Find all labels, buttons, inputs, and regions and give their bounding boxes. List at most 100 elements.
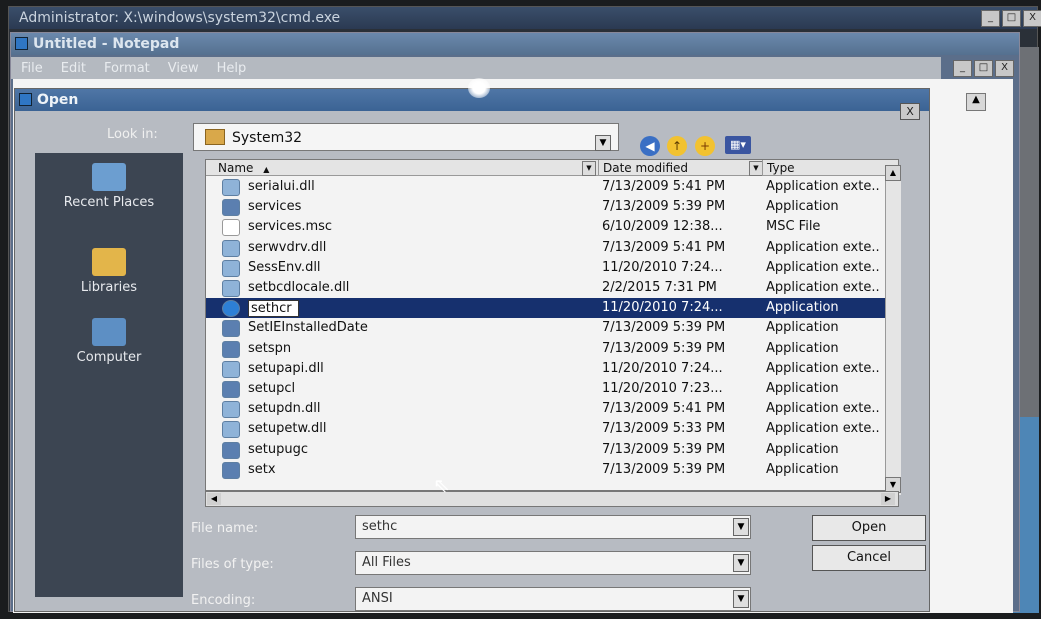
cancel-button[interactable]: Cancel	[812, 545, 926, 571]
file-date-cell: 7/13/2009 5:39 PM	[602, 461, 726, 477]
cmd-minimize-button[interactable]: _	[981, 10, 1000, 27]
folder-icon	[205, 129, 225, 145]
menu-file[interactable]: File	[21, 61, 43, 76]
file-row[interactable]: setupugc 7/13/2009 5:39 PM Application	[206, 440, 896, 460]
file-row[interactable]: serialui.dll 7/13/2009 5:41 PM Application…	[206, 177, 896, 197]
cmd-title-bar: Administrator: X:\windows\system32\cmd.e…	[9, 7, 1037, 29]
file-row[interactable]: services.msc 6/10/2009 12:38... MSC File	[206, 217, 896, 237]
menu-edit[interactable]: Edit	[61, 61, 86, 76]
file-list-vertical-scrollbar[interactable]	[885, 165, 901, 495]
dll-icon	[222, 421, 240, 439]
file-name-cell: setspn	[248, 340, 292, 356]
file-list[interactable]: Name ▲ ▼ Date modified ▼ Type serialui.d…	[205, 159, 899, 491]
look-in-value: System32	[232, 130, 303, 146]
place-recent-places[interactable]: Recent Places	[35, 163, 183, 210]
files-of-type-select[interactable]: All Files	[355, 551, 751, 575]
application-icon	[222, 199, 240, 217]
menu-format[interactable]: Format	[104, 61, 150, 76]
chevron-down-icon[interactable]: ▼	[595, 135, 611, 151]
new-folder-button[interactable]: +	[695, 136, 715, 156]
cmd-close-button[interactable]: X	[1023, 10, 1041, 27]
mouse-pointer-icon: ⇖	[433, 473, 450, 497]
file-name-cell: setupcl	[248, 381, 296, 396]
file-name-value: sethc	[362, 519, 398, 534]
file-row[interactable]: setx 7/13/2009 5:39 PM Application	[206, 460, 896, 480]
back-button[interactable]: ◀	[640, 136, 660, 156]
file-type-cell: Application exte..	[766, 179, 880, 194]
place-computer[interactable]: Computer	[35, 318, 183, 365]
file-type-cell: Application exte..	[766, 401, 880, 417]
views-menu-button[interactable]: ▦▾	[725, 136, 751, 154]
file-name-input[interactable]: sethc	[355, 515, 751, 539]
column-name-header[interactable]: Name ▲ ▼	[214, 160, 596, 176]
file-name-cell: SessEnv.dll	[248, 259, 321, 275]
look-in-dropdown[interactable]: System32	[193, 123, 619, 151]
file-type-cell: Application	[766, 441, 839, 457]
dialog-close-button[interactable]: X	[900, 103, 920, 120]
menu-view[interactable]: View	[168, 61, 199, 76]
file-name-cell: setupapi.dll	[248, 360, 324, 376]
application-icon	[222, 340, 240, 358]
scroll-right-button[interactable]: ▶	[881, 493, 895, 505]
column-filter-dropdown-icon[interactable]: ▼	[582, 161, 596, 176]
file-row[interactable]: setbcdlocale.dll 2/2/2015 7:31 PM Applicat…	[206, 278, 896, 298]
chevron-down-icon[interactable]: ▼	[733, 518, 749, 536]
file-row[interactable]: setupcl 11/20/2010 7:23... Application	[206, 379, 896, 399]
column-filter-dropdown-icon[interactable]: ▼	[749, 161, 763, 176]
encoding-select[interactable]: ANSI	[355, 587, 751, 611]
file-row[interactable]: setupapi.dll 11/20/2010 7:24... Applicatio…	[206, 359, 896, 379]
file-type-cell: Application exte..	[766, 280, 880, 295]
application-icon	[222, 300, 240, 318]
dll-icon	[222, 239, 240, 257]
up-one-level-button[interactable]: ↑	[667, 136, 687, 156]
notepad-scroll-up-button[interactable]: ▲	[966, 93, 986, 111]
file-row[interactable]: serwvdrv.dll 7/13/2009 5:41 PM Application…	[206, 238, 896, 258]
libraries-icon	[92, 248, 126, 276]
notepad-title-bar: Untitled - Notepad	[11, 33, 1019, 55]
camera-glare	[468, 78, 490, 98]
open-button[interactable]: Open	[812, 515, 926, 541]
file-row[interactable]: services 7/13/2009 5:39 PM Application	[206, 197, 896, 217]
file-row[interactable]: setupetw.dll 7/13/2009 5:33 PM Application…	[206, 419, 896, 439]
file-type-cell: Application	[766, 461, 839, 477]
dll-icon	[222, 179, 240, 196]
file-name-cell: setx	[248, 461, 276, 477]
menu-help[interactable]: Help	[217, 61, 247, 76]
file-date-cell: 2/2/2015 7:31 PM	[602, 280, 717, 295]
file-row[interactable]: SessEnv.dll 11/20/2010 7:24... Application…	[206, 258, 896, 278]
file-name-cell: services	[248, 199, 302, 215]
notepad-title: Untitled - Notepad	[33, 36, 180, 52]
computer-icon	[92, 318, 126, 346]
column-date-label: Date modified	[603, 161, 689, 175]
scroll-left-button[interactable]: ◀	[207, 493, 221, 505]
cmd-window-controls: _ □ X	[981, 10, 1041, 27]
cmd-maximize-button[interactable]: □	[1002, 10, 1021, 27]
notepad-close-button[interactable]: X	[995, 60, 1014, 77]
notepad-minimize-button[interactable]: _	[953, 60, 972, 77]
notepad-maximize-button[interactable]: □	[974, 60, 993, 77]
file-list-horizontal-scrollbar[interactable]	[205, 491, 899, 507]
file-row[interactable]: SetIEInstalledDate 7/13/2009 5:39 PM Appli…	[206, 318, 896, 338]
file-row[interactable]: setspn 7/13/2009 5:39 PM Application	[206, 339, 896, 359]
file-row-selected[interactable]: sethcr 11/20/2010 7:24... Application	[206, 298, 896, 319]
file-date-cell: 7/13/2009 5:41 PM	[602, 179, 726, 194]
dll-icon	[222, 401, 240, 419]
file-type-cell: Application	[766, 300, 839, 316]
file-name-cell: setbcdlocale.dll	[248, 280, 350, 295]
file-type-cell: Application	[766, 381, 839, 396]
column-type-header[interactable]: Type	[762, 160, 898, 176]
file-date-cell: 7/13/2009 5:39 PM	[602, 340, 726, 356]
scroll-up-button[interactable]: ▲	[885, 165, 901, 181]
file-type-cell: Application	[766, 199, 839, 215]
encoding-value: ANSI	[362, 591, 393, 606]
column-type-label: Type	[767, 161, 795, 175]
dll-icon	[222, 280, 240, 297]
file-name-cell: setupdn.dll	[248, 401, 321, 417]
chevron-down-icon[interactable]: ▼	[733, 554, 749, 572]
place-libraries[interactable]: Libraries	[35, 248, 183, 295]
chevron-down-icon[interactable]: ▼	[733, 590, 749, 608]
file-row[interactable]: setupdn.dll 7/13/2009 5:41 PM Application …	[206, 399, 896, 419]
column-date-header[interactable]: Date modified ▼	[598, 160, 767, 176]
file-date-cell: 7/13/2009 5:39 PM	[602, 441, 726, 457]
file-rename-input[interactable]: sethcr	[248, 300, 299, 318]
